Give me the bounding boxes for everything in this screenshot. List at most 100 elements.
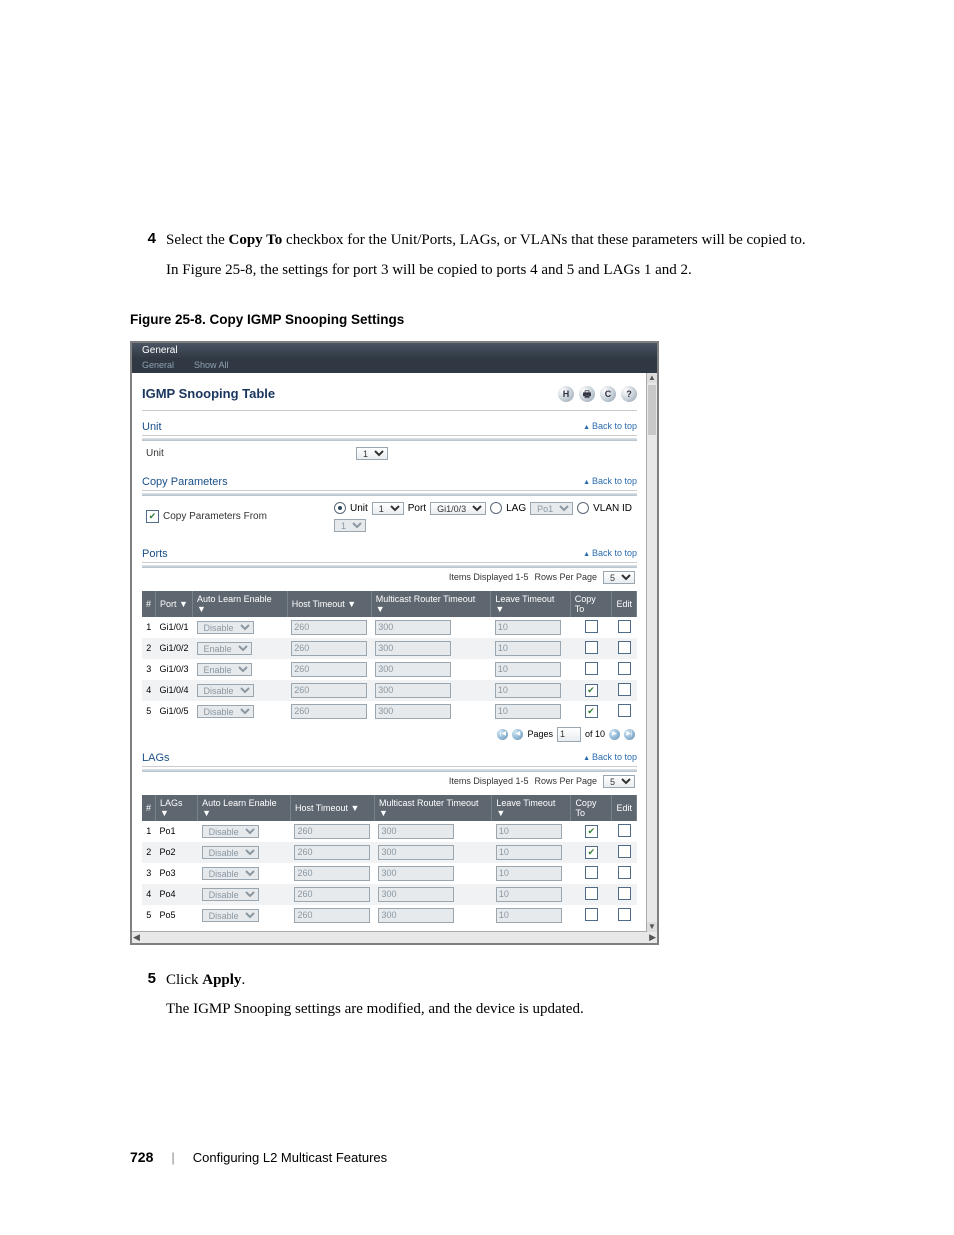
unit-select[interactable]: 1 [356,447,388,460]
host-timeout-input[interactable] [291,620,367,635]
router-timeout-input[interactable] [375,662,451,677]
leave-timeout-input[interactable] [495,620,561,635]
copy-to-checkbox[interactable] [585,620,598,633]
copy-to-checkbox[interactable] [585,825,598,838]
source-vlan-radio[interactable] [577,502,589,514]
col-lags[interactable]: LAGs ▼ [156,795,198,821]
leave-timeout-input[interactable] [495,641,561,656]
host-timeout-input[interactable] [291,704,367,719]
page-prev-icon[interactable]: ◀ [512,729,523,740]
tab-show-all[interactable]: Show All [184,359,239,373]
edit-checkbox[interactable] [618,824,631,837]
page-last-icon[interactable]: ▶| [624,729,635,740]
router-timeout-input[interactable] [375,704,451,719]
rows-per-page-select[interactable]: 5 [603,775,635,788]
copy-to-checkbox[interactable] [585,846,598,859]
page-first-icon[interactable]: |◀ [497,729,508,740]
edit-checkbox[interactable] [618,641,631,654]
print-icon[interactable]: 🖶 [579,386,595,402]
col-router[interactable]: Multicast Router Timeout ▼ [374,795,491,821]
leave-timeout-input[interactable] [496,866,562,881]
source-unit-select[interactable]: 1 [372,502,404,515]
tab-general-top[interactable]: General [132,343,188,359]
leave-timeout-input[interactable] [496,887,562,902]
auto-learn-select[interactable]: Disable [202,846,259,859]
page-next-icon[interactable]: ▶ [609,729,620,740]
auto-learn-select[interactable]: Disable [202,888,259,901]
edit-checkbox[interactable] [618,866,631,879]
col-idx[interactable]: # [142,591,156,617]
auto-learn-select[interactable]: Disable [197,684,254,697]
auto-learn-select[interactable]: Disable [202,867,259,880]
host-timeout-input[interactable] [294,845,370,860]
host-timeout-input[interactable] [294,824,370,839]
router-timeout-input[interactable] [378,824,454,839]
copy-to-checkbox[interactable] [585,662,598,675]
copy-to-checkbox[interactable] [585,887,598,900]
router-timeout-input[interactable] [375,683,451,698]
back-to-top-link[interactable]: Back to top [583,752,637,764]
back-to-top-link[interactable]: Back to top [583,548,637,560]
refresh-icon[interactable]: C [600,386,616,402]
leave-timeout-input[interactable] [495,662,561,677]
auto-learn-select[interactable]: Disable [202,825,259,838]
tab-general[interactable]: General [132,359,184,373]
edit-checkbox[interactable] [618,845,631,858]
help-icon[interactable]: ? [621,386,637,402]
auto-learn-select[interactable]: Disable [202,909,259,922]
auto-learn-select[interactable]: Enable [197,663,252,676]
source-port-select[interactable]: Gi1/0/3 [430,502,486,515]
edit-checkbox[interactable] [618,662,631,675]
host-timeout-input[interactable] [291,641,367,656]
host-timeout-input[interactable] [291,662,367,677]
col-host[interactable]: Host Timeout ▼ [290,795,374,821]
col-leave[interactable]: Leave Timeout ▼ [492,795,571,821]
back-to-top-link[interactable]: Back to top [583,476,637,488]
source-unit-radio[interactable] [334,502,346,514]
edit-checkbox[interactable] [618,704,631,717]
col-host[interactable]: Host Timeout ▼ [287,591,371,617]
router-timeout-input[interactable] [378,866,454,881]
vertical-scrollbar[interactable]: ▲▼ [646,373,657,932]
copy-params-from-checkbox[interactable] [146,510,159,523]
copy-to-checkbox[interactable] [585,866,598,879]
edit-checkbox[interactable] [618,887,631,900]
col-port[interactable]: Port ▼ [156,591,193,617]
router-timeout-input[interactable] [375,620,451,635]
edit-checkbox[interactable] [618,683,631,696]
router-timeout-input[interactable] [378,887,454,902]
leave-timeout-input[interactable] [495,704,561,719]
copy-to-checkbox[interactable] [585,908,598,921]
auto-learn-select[interactable]: Disable [197,705,254,718]
leave-timeout-input[interactable] [496,908,562,923]
router-timeout-input[interactable] [378,908,454,923]
copy-to-checkbox[interactable] [585,705,598,718]
edit-checkbox[interactable] [618,620,631,633]
back-to-top-link[interactable]: Back to top [583,421,637,433]
horizontal-scrollbar[interactable] [132,931,657,943]
source-lag-radio[interactable] [490,502,502,514]
leave-timeout-input[interactable] [495,683,561,698]
leave-timeout-input[interactable] [496,824,562,839]
host-timeout-input[interactable] [291,683,367,698]
source-vlan-select[interactable]: 1 [334,519,366,532]
host-timeout-input[interactable] [294,866,370,881]
col-auto[interactable]: Auto Learn Enable ▼ [193,591,288,617]
auto-learn-select[interactable]: Enable [197,642,252,655]
col-router[interactable]: Multicast Router Timeout ▼ [371,591,491,617]
col-idx[interactable]: # [142,795,156,821]
leave-timeout-input[interactable] [496,845,562,860]
router-timeout-input[interactable] [378,845,454,860]
col-auto[interactable]: Auto Learn Enable ▼ [198,795,291,821]
auto-learn-select[interactable]: Disable [197,621,254,634]
host-timeout-input[interactable] [294,887,370,902]
copy-to-checkbox[interactable] [585,641,598,654]
save-icon[interactable]: H [558,386,574,402]
host-timeout-input[interactable] [294,908,370,923]
col-leave[interactable]: Leave Timeout ▼ [491,591,570,617]
rows-per-page-select[interactable]: 5 [603,571,635,584]
router-timeout-input[interactable] [375,641,451,656]
edit-checkbox[interactable] [618,908,631,921]
source-lag-select[interactable]: Po1 [530,502,573,515]
copy-to-checkbox[interactable] [585,684,598,697]
